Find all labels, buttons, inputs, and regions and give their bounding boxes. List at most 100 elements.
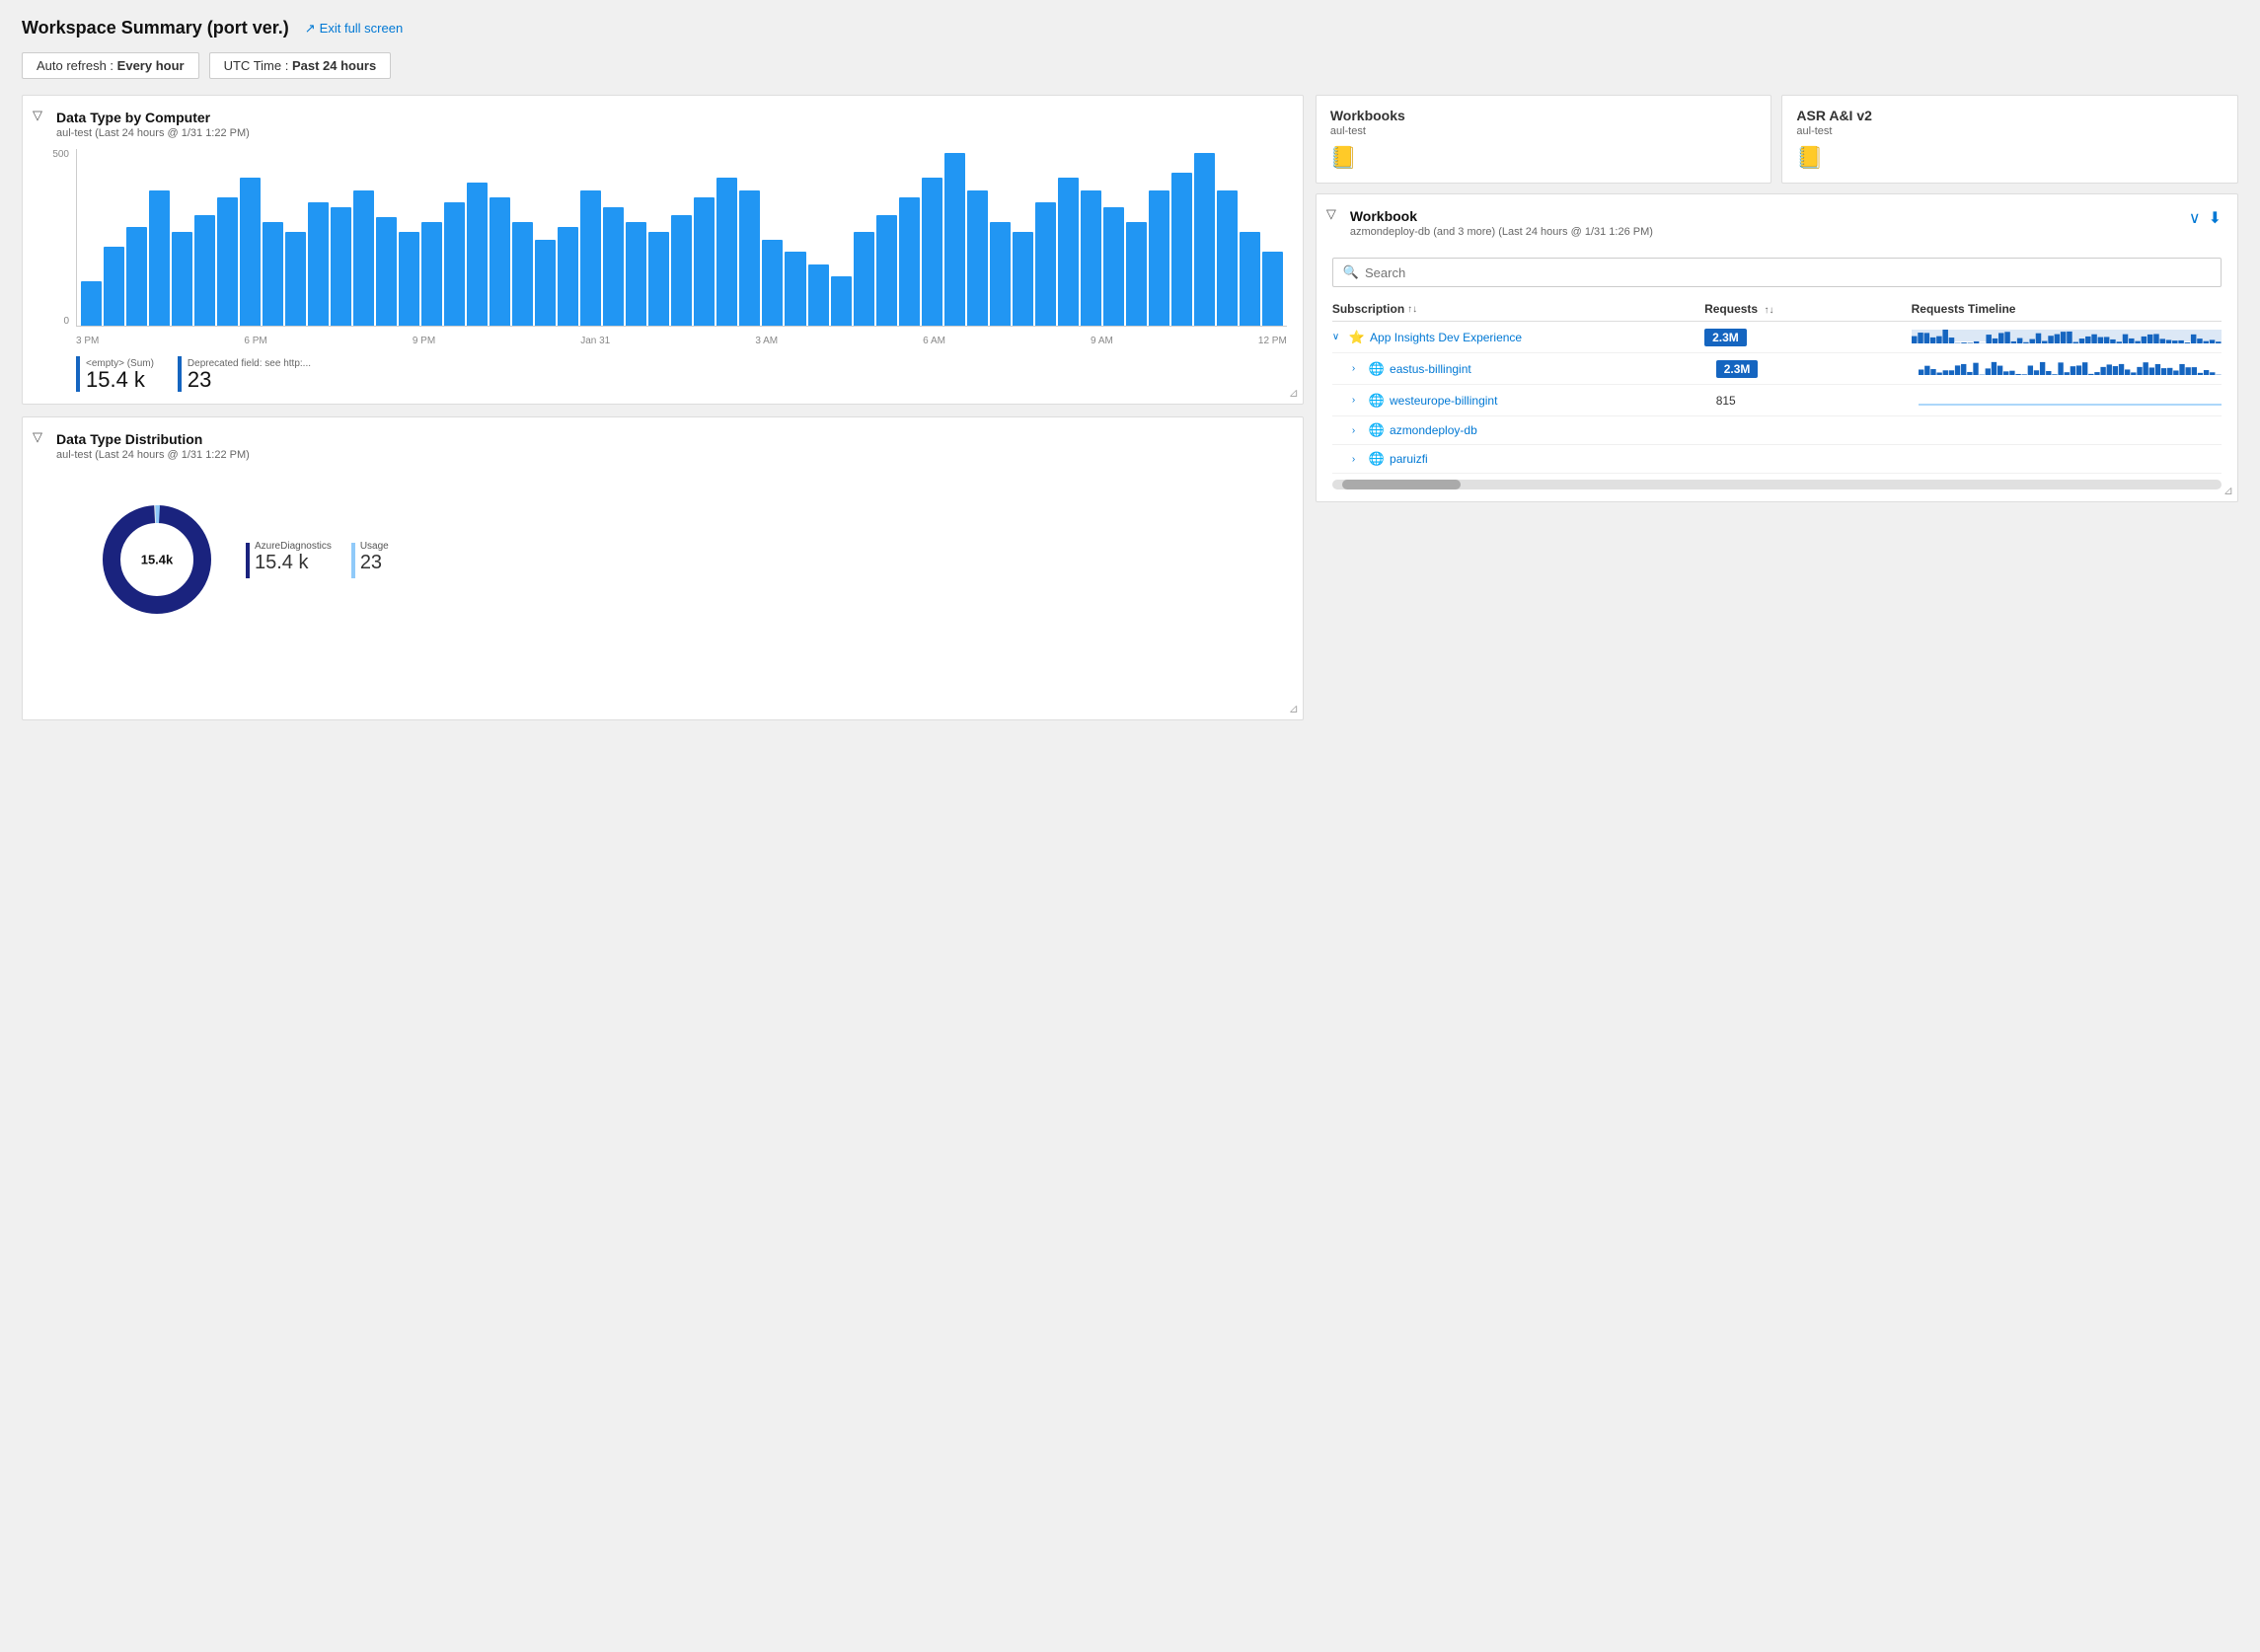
sort-icon-requests[interactable]: ↑↓ bbox=[1764, 305, 1773, 316]
utc-time-button[interactable]: UTC Time : Past 24 hours bbox=[209, 52, 392, 79]
download-icon[interactable]: ⬇ bbox=[2209, 208, 2222, 228]
data-type-distribution-panel: ▽ Data Type Distribution aul-test (Last … bbox=[22, 416, 1304, 720]
row-timeline-westeurope bbox=[1919, 391, 2222, 410]
sort-icon-subscription[interactable]: ↑↓ bbox=[1407, 304, 1417, 315]
row-expand-icon[interactable]: ∨ bbox=[1332, 332, 1346, 342]
table-row: › 🌐 westeurope-billingint 815 bbox=[1332, 385, 2222, 416]
bar bbox=[603, 207, 624, 326]
row-timeline-app-insights bbox=[1912, 328, 2222, 346]
bar bbox=[990, 222, 1011, 326]
asr-card: ASR A&I v2 aul-test 📒 bbox=[1781, 95, 2238, 184]
bar bbox=[1194, 153, 1215, 326]
legend-item-empty: <empty> (Sum) 15.4 k bbox=[76, 354, 154, 392]
globe-icon-3: 🌐 bbox=[1369, 422, 1385, 438]
row-name-westeurope[interactable]: westeurope-billingint bbox=[1390, 394, 1716, 408]
row-expand-icon-4[interactable]: › bbox=[1352, 425, 1366, 436]
asr-icon[interactable]: 📒 bbox=[1796, 145, 2223, 171]
chart-y-axis: 500 0 bbox=[38, 149, 73, 327]
expand-down-icon[interactable]: ∨ bbox=[2189, 208, 2201, 228]
search-input[interactable] bbox=[1365, 265, 2211, 280]
bar bbox=[421, 222, 442, 326]
bar bbox=[1081, 190, 1101, 327]
row-requests-eastus: 2.3M bbox=[1716, 362, 1919, 376]
bar bbox=[899, 197, 920, 326]
right-column: Workbooks aul-test 📒 ASR A&I v2 aul-test… bbox=[1316, 95, 2238, 502]
workbooks-title: Workbooks bbox=[1330, 108, 1758, 123]
donut-chart: 15.4k bbox=[98, 500, 216, 619]
bar bbox=[671, 215, 692, 327]
row-name-paruizfi[interactable]: paruizfi bbox=[1390, 452, 1716, 466]
horizontal-scrollbar[interactable] bbox=[1332, 480, 2222, 489]
filter-icon: ▽ bbox=[33, 108, 42, 123]
col-header-timeline: Requests Timeline bbox=[1912, 302, 2222, 316]
bar bbox=[785, 252, 805, 326]
legend-item-deprecated: Deprecated field: see http:... 23 bbox=[178, 354, 311, 392]
bar bbox=[716, 178, 737, 326]
row-subscription-app-insights: ∨ ⭐ App Insights Dev Experience bbox=[1332, 330, 1704, 345]
chart-bars bbox=[76, 149, 1287, 327]
chart1-subtitle: aul-test (Last 24 hours @ 1/31 1:22 PM) bbox=[56, 127, 1287, 139]
bar bbox=[81, 281, 102, 326]
row-expand-icon-3[interactable]: › bbox=[1352, 395, 1366, 406]
bar bbox=[444, 202, 465, 326]
resize-handle[interactable]: ⊿ bbox=[1289, 386, 1299, 400]
chart2-title: Data Type Distribution bbox=[56, 431, 1287, 447]
bar bbox=[308, 202, 329, 326]
row-name-app-insights[interactable]: App Insights Dev Experience bbox=[1370, 331, 1704, 344]
bar bbox=[1126, 222, 1147, 326]
resize-handle-3[interactable]: ⊿ bbox=[2223, 484, 2233, 497]
data-type-by-computer-panel: ▽ Data Type by Computer aul-test (Last 2… bbox=[22, 95, 1304, 405]
search-icon: 🔍 bbox=[1343, 264, 1359, 280]
bar bbox=[240, 178, 261, 326]
chart-legend: <empty> (Sum) 15.4 k Deprecated field: s… bbox=[38, 354, 1287, 392]
row-subscription-eastus: › 🌐 eastus-billingint bbox=[1352, 361, 1716, 377]
search-box[interactable]: 🔍 bbox=[1332, 258, 2222, 287]
workbooks-icon[interactable]: 📒 bbox=[1330, 145, 1758, 171]
bar bbox=[149, 190, 170, 327]
bar bbox=[1171, 173, 1192, 326]
row-subscription-paruizfi: › 🌐 paruizfi bbox=[1352, 451, 1716, 467]
table-row: › 🌐 eastus-billingint 2.3M bbox=[1332, 353, 2222, 385]
row-name-azmon[interactable]: azmondeploy-db bbox=[1390, 423, 1716, 437]
donut-legend: AzureDiagnostics 15.4 k Usage 23 bbox=[246, 541, 389, 578]
bar bbox=[580, 190, 601, 327]
bar bbox=[376, 217, 397, 326]
bar bbox=[694, 197, 715, 326]
bar bbox=[172, 232, 192, 326]
exit-fullscreen-button[interactable]: ↗ Exit full screen bbox=[305, 21, 403, 37]
globe-icon: 🌐 bbox=[1369, 361, 1385, 377]
expand-icon: ↗ bbox=[305, 21, 316, 37]
table-row: › 🌐 paruizfi bbox=[1332, 445, 2222, 474]
filter-icon-2: ▽ bbox=[33, 429, 42, 445]
workbook-title: Workbook bbox=[1350, 208, 1653, 224]
bar bbox=[194, 215, 215, 327]
row-expand-icon-5[interactable]: › bbox=[1352, 454, 1366, 465]
workbook-subtitle: azmondeploy-db (and 3 more) (Last 24 hou… bbox=[1350, 226, 1653, 238]
bar bbox=[876, 215, 897, 327]
toolbar: Auto refresh : Every hour UTC Time : Pas… bbox=[22, 52, 2238, 79]
page-title: Workspace Summary (port ver.) bbox=[22, 18, 289, 38]
auto-refresh-button[interactable]: Auto refresh : Every hour bbox=[22, 52, 199, 79]
bar bbox=[512, 222, 533, 326]
workbook-actions: ∨ ⬇ bbox=[2189, 208, 2222, 228]
bar bbox=[626, 222, 646, 326]
row-subscription-azmon: › 🌐 azmondeploy-db bbox=[1352, 422, 1716, 438]
row-expand-icon-2[interactable]: › bbox=[1352, 363, 1366, 374]
workbooks-subtitle: aul-test bbox=[1330, 125, 1758, 137]
bar bbox=[399, 232, 419, 326]
bar bbox=[1058, 178, 1079, 326]
bar bbox=[1103, 207, 1124, 326]
bar bbox=[967, 190, 988, 327]
donut-section: 15.4k AzureDiagnostics 15.4 k bbox=[38, 471, 1287, 648]
workbook-large-panel: ▽ Workbook azmondeploy-db (and 3 more) (… bbox=[1316, 193, 2238, 502]
bar bbox=[353, 190, 374, 327]
row-name-eastus[interactable]: eastus-billingint bbox=[1390, 362, 1716, 376]
bar bbox=[104, 247, 124, 326]
top-right-cards: Workbooks aul-test 📒 ASR A&I v2 aul-test… bbox=[1316, 95, 2238, 184]
scrollbar-thumb[interactable] bbox=[1342, 480, 1461, 489]
bar bbox=[490, 197, 510, 326]
resize-handle-2[interactable]: ⊿ bbox=[1289, 702, 1299, 715]
bar bbox=[944, 153, 965, 326]
bar bbox=[808, 264, 829, 327]
bar bbox=[1035, 202, 1056, 326]
